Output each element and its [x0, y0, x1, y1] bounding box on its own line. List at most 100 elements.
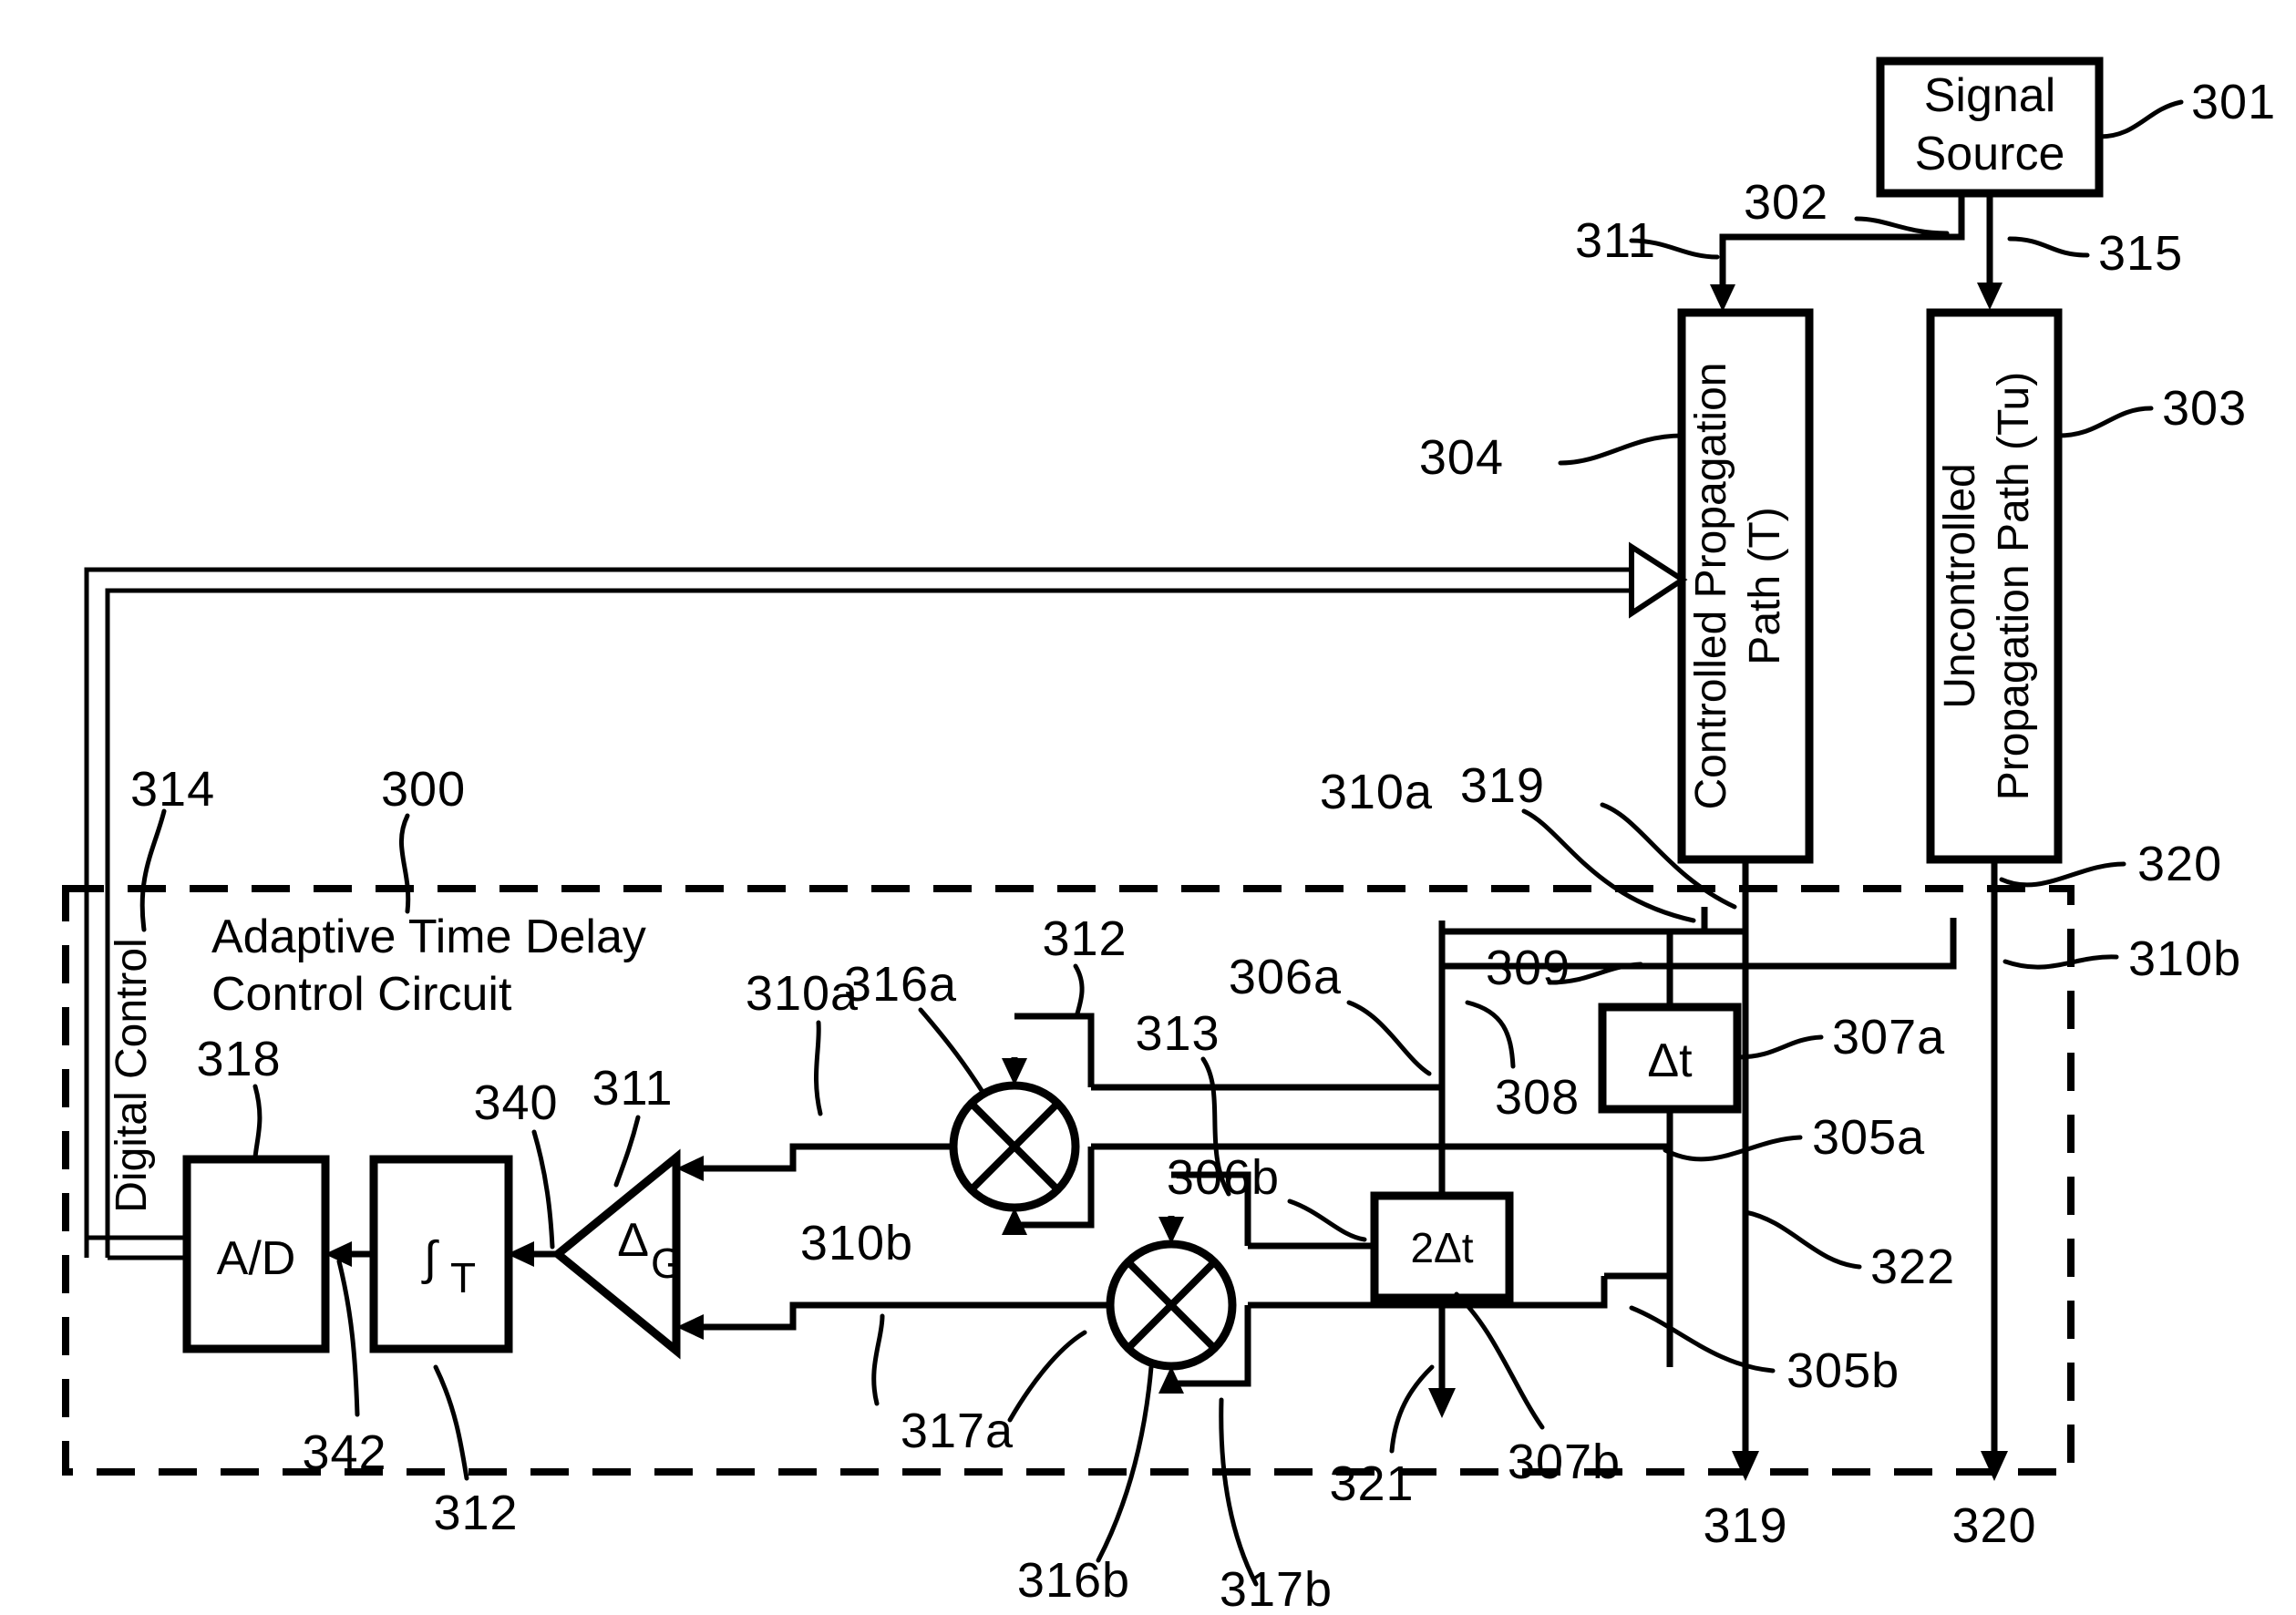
ref-321: 321: [1329, 1456, 1414, 1511]
leader-301: [2096, 99, 2184, 139]
gain-amp-delta: Δ: [617, 1214, 649, 1267]
ref-318: 318: [196, 1032, 281, 1086]
leader-321: [1389, 1364, 1435, 1454]
leader-306a: [1346, 1000, 1432, 1076]
leader-311-amp: [613, 1115, 641, 1188]
ref-322: 322: [1870, 1240, 1955, 1294]
leader-303: [2055, 406, 2154, 438]
ref-301: 301: [2191, 75, 2276, 129]
ref-312-integ: 312: [433, 1486, 518, 1540]
mixer-b: [1106, 1240, 1237, 1371]
leader-305b: [1629, 1305, 1776, 1373]
leader-307b: [1454, 1291, 1545, 1430]
ref-320-top: 320: [2137, 837, 2222, 891]
ref-308: 308: [1495, 1070, 1580, 1125]
leader-342: [336, 1259, 360, 1417]
arrowhead-315: [1977, 283, 2003, 310]
ref-310b-mid: 310b: [800, 1216, 913, 1270]
arrowhead-mixer-b-top: [1158, 1217, 1184, 1244]
wire-mixer-a-upper-loop: [1014, 1013, 1095, 1087]
signal-source-block: Signal Source: [1876, 57, 2104, 198]
digital-control-label: Digital Control: [108, 938, 156, 1212]
ref-309: 309: [1486, 941, 1570, 995]
leader-317a: [1007, 1330, 1087, 1423]
ref-314: 314: [130, 762, 215, 817]
controlled-path-line1: Controlled Propagation: [1687, 363, 1735, 810]
uncontrolled-propagation-path-block: Uncontrolled Propagation Path (Tu): [1926, 308, 2063, 864]
arrowhead-311: [1710, 284, 1735, 312]
delay-delta-t-block: Δt: [1598, 1003, 1742, 1114]
ref-340: 340: [473, 1075, 558, 1130]
ref-305b: 305b: [1786, 1343, 1900, 1398]
delay-2-delta-t-block: 2Δt: [1370, 1191, 1514, 1302]
enclosure-title-line2: Control Circuit: [211, 968, 512, 1021]
ref-307b: 307b: [1508, 1435, 1621, 1489]
leader-316b: [1096, 1364, 1154, 1563]
ref-302: 302: [1744, 175, 1828, 230]
leader-306b: [1287, 1198, 1367, 1242]
ref-316b: 316b: [1017, 1553, 1130, 1608]
ref-306b: 306b: [1167, 1150, 1280, 1205]
leader-308: [1465, 1000, 1516, 1069]
arrowhead-320: [1981, 1451, 2008, 1481]
ref-313: 313: [1135, 1006, 1220, 1061]
ref-310b-right: 310b: [2128, 931, 2241, 986]
signal-source-line2: Source: [1915, 128, 2065, 180]
leader-312-integ: [433, 1364, 469, 1481]
ref-320-bottom: 320: [1951, 1498, 2036, 1553]
wire-310b-tap: [1670, 918, 1957, 970]
ref-316a: 316a: [844, 957, 957, 1012]
leader-315: [2007, 236, 2090, 258]
leader-310a-mid: [813, 1020, 823, 1116]
leader-320-top: [1999, 861, 2126, 888]
figure-canvas: Signal Source 301 302 315 311 Controlled…: [0, 0, 2296, 1615]
ref-307a: 307a: [1832, 1010, 1945, 1065]
ref-303: 303: [2162, 381, 2247, 436]
adc-label: A/D: [217, 1232, 296, 1285]
leader-312-mixer: [1073, 963, 1085, 1016]
leader-317b: [1219, 1397, 1259, 1587]
controlled-propagation-path-block: Controlled Propagation Path (T): [1677, 308, 1814, 864]
leader-318: [252, 1084, 263, 1160]
ref-311-top: 311: [1575, 213, 1656, 268]
gain-amplifier-triangle: Δ G: [551, 1148, 684, 1360]
enclosure-title-line1: Adaptive Time Delay: [211, 910, 646, 963]
integrator-sub: T: [450, 1254, 476, 1301]
wire-310a-to-amp: [693, 1143, 953, 1172]
ref-310a-top: 310a: [1320, 765, 1433, 819]
ref-319-bottom: 319: [1703, 1498, 1787, 1553]
leader-310a-top: [1521, 808, 1696, 923]
ref-310a-mid: 310a: [746, 966, 859, 1021]
mixer-a: [949, 1081, 1080, 1212]
arrowhead-319: [1732, 1451, 1759, 1481]
adc-block: A/D: [182, 1155, 330, 1353]
leader-307a: [1735, 1034, 1824, 1060]
leader-300: [398, 813, 411, 914]
ref-342: 342: [302, 1425, 386, 1480]
wire-310b-to-amp: [693, 1301, 1110, 1331]
arrowhead-mixer-a-top: [1002, 1058, 1027, 1085]
controlled-path-line2: Path (T): [1741, 507, 1789, 664]
ref-312-mixer: 312: [1042, 911, 1127, 966]
leader-314: [139, 808, 167, 932]
ref-317a: 317a: [901, 1404, 1014, 1458]
uncontrolled-path-line2: Propagation Path (Tu): [1990, 372, 2038, 800]
ref-306a: 306a: [1229, 950, 1342, 1004]
delay-2-delta-t-label: 2Δt: [1410, 1224, 1473, 1271]
delay-delta-t-label: Δt: [1647, 1034, 1693, 1087]
patent-figure-svg: Signal Source 301 302 315 311 Controlled…: [62, 57, 2276, 1615]
leader-302: [1854, 216, 1950, 236]
leader-316a: [918, 1007, 985, 1095]
ref-315: 315: [2098, 226, 2183, 281]
leader-305a: [1663, 1135, 1803, 1162]
leader-322: [1743, 1209, 1862, 1270]
ref-300: 300: [381, 762, 466, 817]
uncontrolled-path-line1: Uncontrolled: [1936, 463, 1984, 708]
ref-311-amp: 311: [592, 1061, 673, 1116]
arrowhead-mixer-a-bot: [1002, 1208, 1027, 1235]
ref-304: 304: [1419, 430, 1504, 485]
signal-source-line1: Signal: [1924, 69, 2056, 122]
gain-amp-sub: G: [651, 1240, 684, 1287]
ref-317b: 317b: [1220, 1562, 1333, 1615]
ref-319-top: 319: [1460, 758, 1545, 813]
